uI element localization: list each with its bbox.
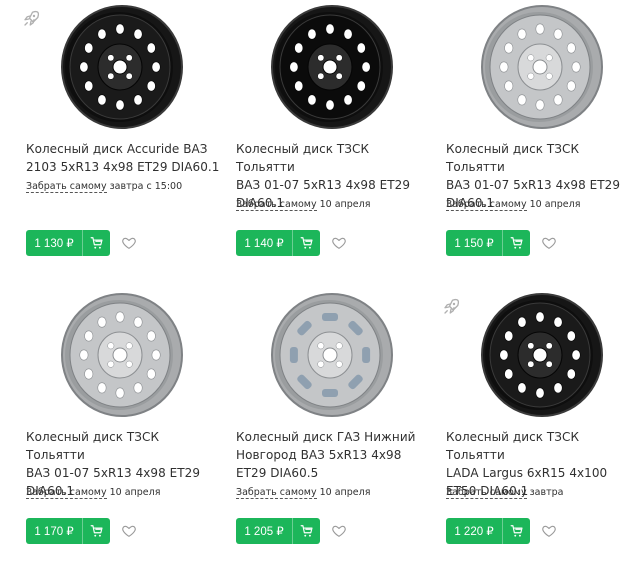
add-to-cart-button[interactable]: 1 205 ₽ xyxy=(236,518,320,544)
heart-icon[interactable] xyxy=(541,235,557,251)
product-title-line: Колесный диск ТЗСК Тольятти xyxy=(446,430,580,462)
heart-icon[interactable] xyxy=(121,235,137,251)
cart-icon[interactable] xyxy=(83,524,110,538)
product-image[interactable] xyxy=(52,292,192,418)
price: 1 205 ₽ xyxy=(244,526,284,538)
add-to-cart-button[interactable]: 1 220 ₽ xyxy=(446,518,530,544)
product-title-line: 2103 5xR13 4x98 ET29 DIA60.1 xyxy=(26,160,220,174)
pickup-label[interactable]: Забрать самому xyxy=(26,487,107,499)
add-to-cart-button[interactable]: 1 170 ₽ xyxy=(26,518,110,544)
product-title-line: ВАЗ 01-07 5xR13 4x98 ET29 xyxy=(26,466,201,480)
product-card[interactable]: Колесный диск Accuride ВАЗ 2103 5xR13 4x9… xyxy=(24,4,226,274)
pickup-info: Забрать самому завтра с 15:00 xyxy=(26,181,183,193)
pickup-date: 10 апреля xyxy=(106,487,161,498)
product-title-line: Колесный диск ТЗСК Тольятти xyxy=(26,430,160,462)
pickup-label[interactable]: Забрать самому xyxy=(26,181,107,193)
product-image[interactable] xyxy=(472,292,612,418)
add-to-cart-button[interactable]: 1 130 ₽ xyxy=(26,230,110,256)
product-title-line: ET29 DIA60.5 xyxy=(236,466,319,480)
pickup-label[interactable]: Забрать самому xyxy=(236,199,317,211)
product-title-line: ВАЗ 01-07 5xR13 4x98 ET29 xyxy=(446,178,621,192)
product-card[interactable]: Колесный диск ГАЗ Нижний Новгород ВАЗ 5xR… xyxy=(236,292,436,562)
product-title-line: ВАЗ 01-07 5xR13 4x98 ET29 xyxy=(236,178,411,192)
pickup-date: завтра с 15:00 xyxy=(106,181,183,192)
pickup-date: завтра xyxy=(526,487,564,498)
cart-icon[interactable] xyxy=(83,236,110,250)
cart-icon[interactable] xyxy=(503,524,530,538)
cart-icon[interactable] xyxy=(503,236,530,250)
product-card[interactable]: Колесный диск ТЗСК Тольятти ВАЗ 01-07 5xR… xyxy=(236,4,436,274)
price: 1 140 ₽ xyxy=(244,238,284,250)
product-title-line: Колесный диск Accuride ВАЗ xyxy=(26,142,208,156)
product-title-line: Новгород ВАЗ 5xR13 4x98 xyxy=(236,448,402,462)
pickup-info: Забрать самому завтра xyxy=(446,487,564,499)
heart-icon[interactable] xyxy=(331,523,347,539)
product-card[interactable]: Колесный диск ТЗСК Тольятти LADA Largus 6… xyxy=(444,292,640,562)
pickup-date: 10 апреля xyxy=(526,199,581,210)
pickup-label[interactable]: Забрать самому xyxy=(236,487,317,499)
product-title-line: Колесный диск ТЗСК Тольятти xyxy=(446,142,580,174)
product-card[interactable]: Колесный диск ТЗСК Тольятти ВАЗ 01-07 5xR… xyxy=(446,4,640,274)
pickup-date: 10 апреля xyxy=(316,199,371,210)
product-card[interactable]: Колесный диск ТЗСК Тольятти ВАЗ 01-07 5xR… xyxy=(26,292,226,562)
product-title[interactable]: Колесный диск Accuride ВАЗ 2103 5xR13 4x9… xyxy=(26,140,221,176)
add-to-cart-button[interactable]: 1 140 ₽ xyxy=(236,230,320,256)
pickup-info: Забрать самому 10 апреля xyxy=(236,487,371,499)
heart-icon[interactable] xyxy=(331,235,347,251)
price: 1 150 ₽ xyxy=(454,238,494,250)
heart-icon[interactable] xyxy=(121,523,137,539)
pickup-info: Забрать самому 10 апреля xyxy=(446,199,581,211)
product-title-line: Колесный диск ГАЗ Нижний xyxy=(236,430,416,444)
pickup-info: Забрать самому 10 апреля xyxy=(26,487,161,499)
price: 1 130 ₽ xyxy=(34,238,74,250)
pickup-info: Забрать самому 10 апреля xyxy=(236,199,371,211)
product-image[interactable] xyxy=(262,292,402,418)
product-grid: Колесный диск Accuride ВАЗ 2103 5xR13 4x9… xyxy=(0,0,640,567)
product-image[interactable] xyxy=(262,4,402,130)
add-to-cart-button[interactable]: 1 150 ₽ xyxy=(446,230,530,256)
pickup-date: 10 апреля xyxy=(316,487,371,498)
product-title-line: LADA Largus 6xR15 4x100 xyxy=(446,466,608,480)
rocket-icon xyxy=(442,298,460,316)
cart-icon[interactable] xyxy=(293,524,320,538)
cart-icon[interactable] xyxy=(293,236,320,250)
heart-icon[interactable] xyxy=(541,523,557,539)
price: 1 170 ₽ xyxy=(34,526,74,538)
product-title[interactable]: Колесный диск ГАЗ Нижний Новгород ВАЗ 5xR… xyxy=(236,428,431,482)
product-image[interactable] xyxy=(472,4,612,130)
pickup-label[interactable]: Забрать самому xyxy=(446,487,527,499)
product-title-line: Колесный диск ТЗСК Тольятти xyxy=(236,142,370,174)
product-image[interactable] xyxy=(52,4,192,130)
price: 1 220 ₽ xyxy=(454,526,494,538)
pickup-label[interactable]: Забрать самому xyxy=(446,199,527,211)
rocket-icon xyxy=(22,10,40,28)
